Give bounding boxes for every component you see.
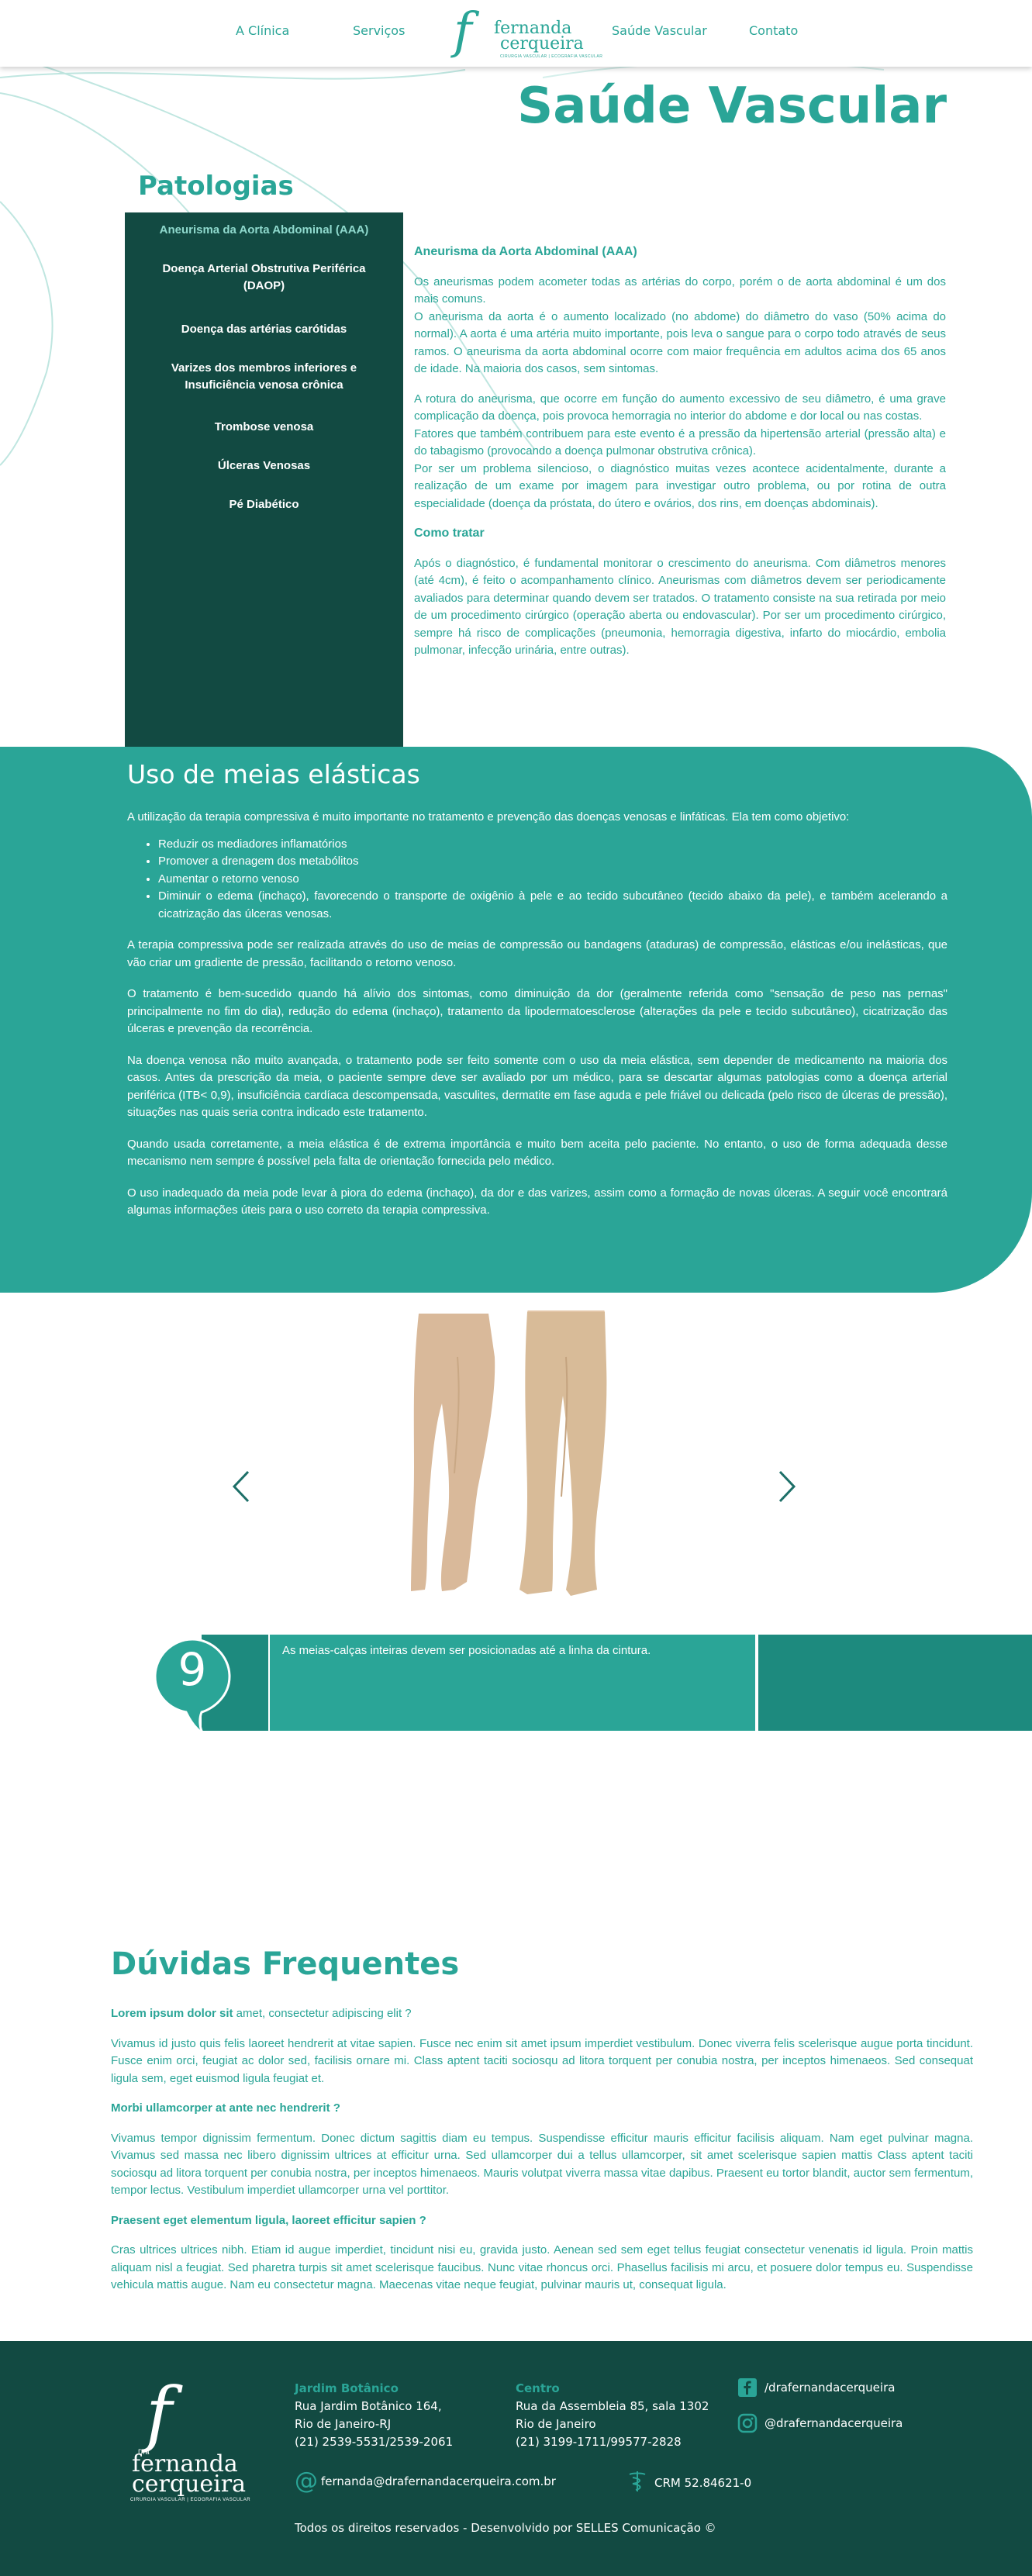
instagram-link[interactable]: @drafernandacerqueira [737,2412,903,2434]
content-paragraph: Fatores que também contribuem para este … [414,426,946,458]
meias-paragraph: O tratamento é bem-sucedido quando há al… [127,987,947,1035]
facebook-handle: /drafernandacerqueira [765,2381,896,2395]
faq-question-bold: Morbi ullamcorper at ante nec hendrerit … [111,2101,340,2115]
meias-intro: A utilização da terapia compressiva é mu… [127,810,850,824]
faq-question[interactable]: Morbi ullamcorper at ante nec hendrerit … [111,2100,973,2118]
sidebar-item-pe-diabetico[interactable]: Pé Diabético [125,496,403,513]
site-logo[interactable]: f fernanda cerqueira CIRURGIA VASCULAR |… [454,2,602,62]
meias-section: Uso de meias elásticas A utilização da t… [0,747,1032,1293]
faq-answer: Vivamus id justo quis felis laoreet hend… [111,2036,973,2085]
at-icon: @ [295,2467,318,2495]
tip-bar-right [758,1635,1032,1731]
meias-body: A utilização da terapia compressiva é mu… [127,809,947,1234]
sidebar-item-carotidas[interactable]: Doença das artérias carótidas [125,321,403,338]
site-footer: f Dra fernanda cerqueira CIRURGIA VASCUL… [0,2341,1032,2576]
logo-line2: cerqueira [132,2471,246,2498]
logo-tagline: CIRURGIA VASCULAR | ECOGRAFIA VASCULAR [500,54,603,59]
content-paragraph: Os aneurismas podem acometer todas as ar… [414,275,946,306]
faq-question-rest: amet, consectetur adipiscing elit ? [233,2007,412,2020]
logo-tagline: CIRURGIA VASCULAR | ECOGRAFIA VASCULAR [130,2498,251,2502]
content-heading-como-tratar: Como tratar [414,527,485,540]
chevron-right-icon [778,1470,796,1503]
address-title: Centro [516,2381,560,2395]
faq-answer: Cras ultrices ultrices nibh. Etiam id au… [111,2243,973,2291]
email-address: fernanda@drafernandacerqueira.com.br [321,2474,556,2488]
faq-question[interactable]: Praesent eget elementum ligula, laoreet … [111,2212,973,2230]
sidebar-item-aaa[interactable]: Aneurisma da Aorta Abdominal (AAA) [125,222,403,239]
instagram-icon [737,2412,758,2434]
nav-servicos[interactable]: Serviços [353,23,405,38]
content-paragraph: Por ser um problema silencioso, o diagnó… [414,461,946,510]
content-paragraph: Após o diagnóstico, é fundamental monito… [414,556,946,658]
address-line: Rio de Janeiro-RJ [295,2417,392,2431]
meias-paragraph: Quando usada corretamente, a meia elásti… [127,1137,947,1169]
address-line: Rua da Assembleia 85, sala 1302 [516,2399,709,2413]
chevron-left-icon [232,1470,250,1503]
address-jardim-botanico: Jardim Botânico Rua Jardim Botânico 164,… [295,2380,453,2451]
faq-answer: Vivamus tempor dignissim fermentum. Done… [111,2131,973,2198]
footer-logo[interactable]: f Dra fernanda cerqueira CIRURGIA VASCUL… [116,2372,256,2503]
address-phone: (21) 2539-5531/2539-2061 [295,2435,454,2449]
email-link[interactable]: @ fernanda@drafernandacerqueira.com.br [295,2470,556,2493]
nav-contato[interactable]: Contato [749,23,798,38]
faq-question-bold: Lorem ipsum dolor sit [111,2007,233,2020]
caduceus-icon [628,2470,647,2496]
copyright-text: Todos os direitos reservados - Desenvolv… [295,2521,716,2535]
site-header: A Clínica Serviços Saúde Vascular Contat… [0,0,1032,67]
sidebar-item-ulceras[interactable]: Úlceras Venosas [125,458,403,475]
nav-saude-vascular[interactable]: Saúde Vascular [612,23,707,38]
patologias-sidebar: Aneurisma da Aorta Abdominal (AAA) Doenç… [125,212,403,748]
faq-question[interactable]: Lorem ipsum dolor sit amet, consectetur … [111,2005,973,2023]
stockings-image [411,1310,607,1596]
logo-mark: f [146,2372,173,2455]
meias-bullet-list: Reduzir os mediadores inflamatórios Prom… [158,836,947,924]
tip-bar: As meias-calças inteiras devem ser posic… [268,1635,757,1731]
tip-number: 9 [178,1643,207,1696]
sidebar-item-trombose[interactable]: Trombose venosa [125,419,403,436]
meias-paragraph: O uso inadequado da meia pode levar à pi… [127,1186,947,1217]
list-item: Aumentar o retorno venoso [158,871,947,889]
address-line: Rio de Janeiro [516,2417,596,2431]
list-item: Diminuir o edema (inchaço), favorecendo … [158,888,947,923]
meias-paragraph: A terapia compressiva pode ser realizada… [127,938,947,969]
address-centro: Centro Rua da Assembleia 85, sala 1302 R… [516,2380,709,2451]
content-paragraph: A rotura do aneurisma, que ocorre em fun… [414,392,946,423]
meias-paragraph: Na doença venosa não muito avançada, o t… [127,1053,947,1120]
meias-title: Uso de meias elásticas [127,759,420,789]
sidebar-item-daop[interactable]: Doença Arterial Obstrutiva Periférica (D… [125,261,403,295]
carousel-prev-button[interactable] [230,1467,253,1513]
patologia-content: Aneurisma da Aorta Abdominal (AAA) Os an… [414,243,946,666]
facebook-icon [737,2377,758,2398]
address-line: Rua Jardim Botânico 164, [295,2399,442,2413]
list-item: Reduzir os mediadores inflamatórios [158,836,947,854]
address-phone: (21) 3199-1711/99577-2828 [516,2435,682,2449]
logo-mark: f [454,2,472,60]
tip-text: As meias-calças inteiras devem ser posic… [282,1644,651,1657]
sidebar-item-varizes[interactable]: Varizes dos membros inferiores e Insufic… [125,360,403,394]
crm-info: CRM 52.84621-0 [628,2470,751,2496]
patologias-title: Patologias [138,171,294,202]
list-item: Promover a drenagem dos metabólitos [158,853,947,871]
content-heading: Aneurisma da Aorta Abdominal (AAA) [414,245,637,258]
instagram-handle: @drafernandacerqueira [765,2416,903,2430]
facebook-link[interactable]: /drafernandacerqueira [737,2377,895,2398]
content-paragraph: O aneurisma da aorta é o aumento localiz… [414,309,946,376]
faq-question-bold: Praesent eget elementum ligula, laoreet … [111,2213,426,2227]
page-title: Saúde Vascular [517,78,947,135]
carousel-next-button[interactable] [775,1467,799,1513]
faq-list: Lorem ipsum dolor sit amet, consectetur … [111,2005,973,2307]
address-title: Jardim Botânico [295,2381,399,2395]
crm-number: CRM 52.84621-0 [654,2476,752,2490]
faq-title: Dúvidas Frequentes [111,1946,460,1982]
nav-clinica[interactable]: A Clínica [236,23,289,38]
logo-line2: cerqueira [500,34,584,54]
